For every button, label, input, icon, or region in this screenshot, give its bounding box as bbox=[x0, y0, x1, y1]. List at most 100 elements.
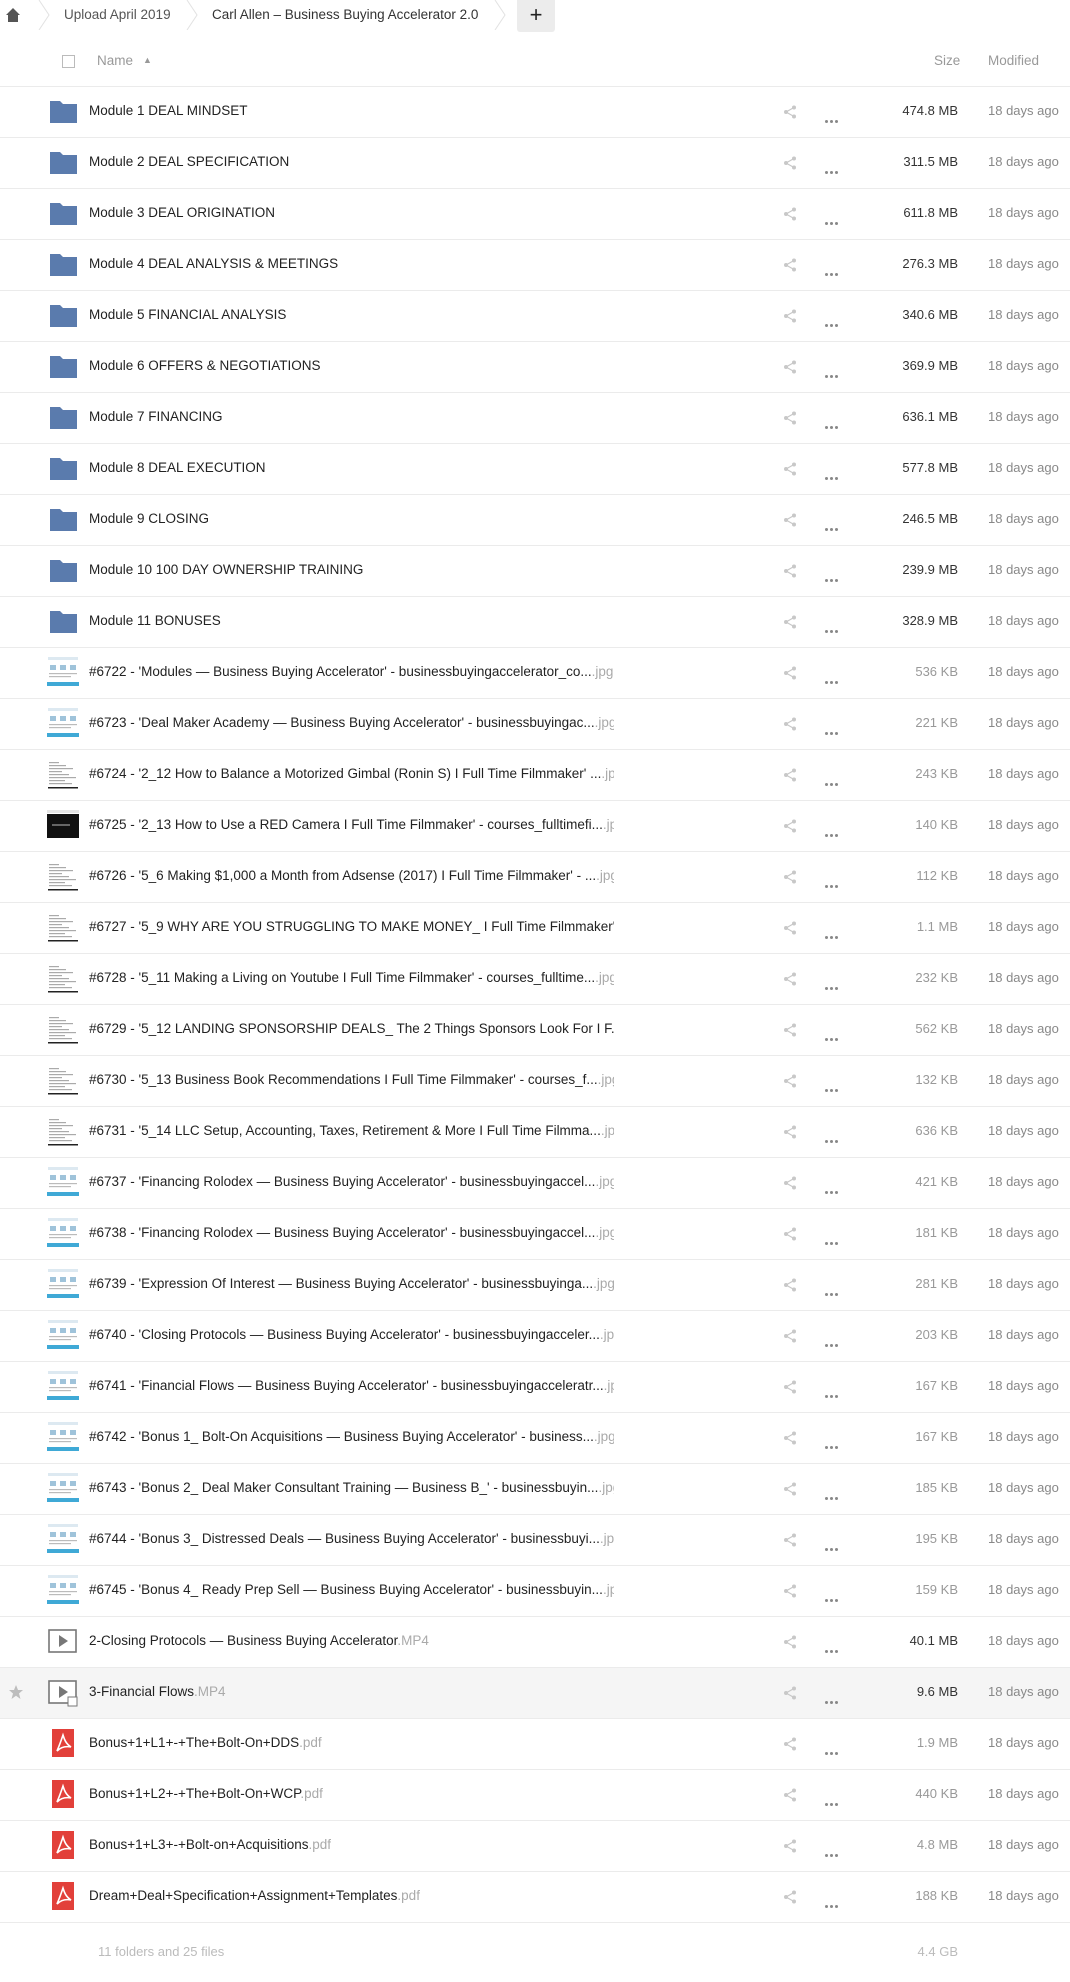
file-name[interactable]: #6740 - 'Closing Protocols — Business Bu… bbox=[89, 1327, 614, 1342]
file-name[interactable]: 2-Closing Protocols — Business Buying Ac… bbox=[89, 1633, 429, 1648]
more-actions-icon[interactable] bbox=[825, 365, 840, 383]
share-icon[interactable] bbox=[782, 1430, 798, 1446]
share-icon[interactable] bbox=[782, 1838, 798, 1854]
share-icon[interactable] bbox=[782, 971, 798, 987]
more-actions-icon[interactable] bbox=[825, 1385, 840, 1403]
breadcrumb-item-upload[interactable]: Upload April 2019 bbox=[64, 0, 171, 30]
file-row[interactable]: #6727 - '5_9 WHY ARE YOU STRUGGLING TO M… bbox=[0, 903, 1070, 954]
share-icon[interactable] bbox=[782, 257, 798, 273]
share-icon[interactable] bbox=[782, 869, 798, 885]
share-icon[interactable] bbox=[782, 512, 798, 528]
home-icon[interactable] bbox=[4, 6, 22, 24]
file-name[interactable]: #6743 - 'Bonus 2_ Deal Maker Consultant … bbox=[89, 1480, 614, 1495]
file-name[interactable]: Bonus+1+L2+-+The+Bolt-On+WCP.pdf bbox=[89, 1786, 323, 1801]
share-icon[interactable] bbox=[782, 767, 798, 783]
share-icon[interactable] bbox=[782, 1175, 798, 1191]
more-actions-icon[interactable] bbox=[825, 1028, 840, 1046]
share-icon[interactable] bbox=[782, 716, 798, 732]
sort-ascending-icon[interactable]: ▲ bbox=[143, 55, 152, 65]
file-row[interactable]: #6723 - 'Deal Maker Academy — Business B… bbox=[0, 699, 1070, 750]
new-button[interactable]: + bbox=[517, 0, 555, 32]
file-name[interactable]: #6742 - 'Bonus 1_ Bolt-On Acquisitions —… bbox=[89, 1429, 614, 1444]
file-name[interactable]: #6722 - 'Modules — Business Buying Accel… bbox=[89, 664, 613, 679]
file-row[interactable]: #6722 - 'Modules — Business Buying Accel… bbox=[0, 648, 1070, 699]
more-actions-icon[interactable] bbox=[825, 1334, 840, 1352]
share-icon[interactable] bbox=[782, 818, 798, 834]
share-icon[interactable] bbox=[782, 1328, 798, 1344]
more-actions-icon[interactable] bbox=[825, 1589, 840, 1607]
share-icon[interactable] bbox=[782, 1226, 798, 1242]
share-icon[interactable] bbox=[782, 1532, 798, 1548]
file-row[interactable]: #6730 - '5_13 Business Book Recommendati… bbox=[0, 1056, 1070, 1107]
more-actions-icon[interactable] bbox=[825, 1895, 840, 1913]
more-actions-icon[interactable] bbox=[825, 1844, 840, 1862]
folder-row[interactable]: Module 7 FINANCING 636.1 MB 18 days ago bbox=[0, 393, 1070, 444]
share-icon[interactable] bbox=[782, 1685, 798, 1701]
share-icon[interactable] bbox=[782, 563, 798, 579]
share-icon[interactable] bbox=[782, 1481, 798, 1497]
file-row[interactable]: #6745 - 'Bonus 4_ Ready Prep Sell — Busi… bbox=[0, 1566, 1070, 1617]
file-name[interactable]: Module 7 FINANCING bbox=[89, 409, 223, 424]
file-name[interactable]: #6739 - 'Expression Of Interest — Busine… bbox=[89, 1276, 614, 1291]
more-actions-icon[interactable] bbox=[825, 569, 840, 587]
more-actions-icon[interactable] bbox=[825, 1487, 840, 1505]
share-icon[interactable] bbox=[782, 1583, 798, 1599]
file-name[interactable]: #6744 - 'Bonus 3_ Distressed Deals — Bus… bbox=[89, 1531, 614, 1546]
more-actions-icon[interactable] bbox=[825, 1283, 840, 1301]
folder-row[interactable]: Module 4 DEAL ANALYSIS & MEETINGS 276.3 M… bbox=[0, 240, 1070, 291]
share-icon[interactable] bbox=[782, 359, 798, 375]
file-name[interactable]: Module 6 OFFERS & NEGOTIATIONS bbox=[89, 358, 321, 373]
share-icon[interactable] bbox=[782, 920, 798, 936]
file-name[interactable]: Dream+Deal+Specification+Assignment+Temp… bbox=[89, 1888, 420, 1903]
file-row[interactable]: #6728 - '5_11 Making a Living on Youtube… bbox=[0, 954, 1070, 1005]
more-actions-icon[interactable] bbox=[825, 1538, 840, 1556]
share-icon[interactable] bbox=[782, 308, 798, 324]
more-actions-icon[interactable] bbox=[825, 824, 840, 842]
file-name[interactable]: #6724 - '2_12 How to Balance a Motorized… bbox=[89, 766, 614, 781]
share-icon[interactable] bbox=[782, 1277, 798, 1293]
file-name[interactable]: #6726 - '5_6 Making $1,000 a Month from … bbox=[89, 868, 614, 883]
folder-row[interactable]: Module 5 FINANCIAL ANALYSIS 340.6 MB 18 da… bbox=[0, 291, 1070, 342]
file-row[interactable]: Bonus+1+L1+-+The+Bolt-On+DDS.pdf 1.9 MB 18… bbox=[0, 1719, 1070, 1770]
file-name[interactable]: Module 9 CLOSING bbox=[89, 511, 209, 526]
more-actions-icon[interactable] bbox=[825, 467, 840, 485]
file-row[interactable]: #6741 - 'Financial Flows — Business Buyi… bbox=[0, 1362, 1070, 1413]
share-icon[interactable] bbox=[782, 461, 798, 477]
file-name[interactable]: Bonus+1+L1+-+The+Bolt-On+DDS.pdf bbox=[89, 1735, 322, 1750]
file-name[interactable]: Module 8 DEAL EXECUTION bbox=[89, 460, 266, 475]
file-name[interactable]: Module 10 100 DAY OWNERSHIP TRAINING bbox=[89, 562, 363, 577]
share-icon[interactable] bbox=[782, 614, 798, 630]
more-actions-icon[interactable] bbox=[825, 416, 840, 434]
file-name[interactable]: 3-Financial Flows.MP4 bbox=[89, 1684, 226, 1699]
folder-row[interactable]: Module 3 DEAL ORIGINATION 611.8 MB 18 days… bbox=[0, 189, 1070, 240]
sort-by-size[interactable]: Size bbox=[934, 53, 960, 68]
file-row[interactable]: Bonus+1+L3+-+Bolt-on+Acquisitions.pdf 4.8… bbox=[0, 1821, 1070, 1872]
file-row[interactable]: #6731 - '5_14 LLC Setup, Accounting, Tax… bbox=[0, 1107, 1070, 1158]
file-row[interactable]: #6739 - 'Expression Of Interest — Busine… bbox=[0, 1260, 1070, 1311]
file-row[interactable]: #6729 - '5_12 LANDING SPONSORSHIP DEALS_… bbox=[0, 1005, 1070, 1056]
file-row[interactable]: #6744 - 'Bonus 3_ Distressed Deals — Bus… bbox=[0, 1515, 1070, 1566]
file-name[interactable]: #6741 - 'Financial Flows — Business Buyi… bbox=[89, 1378, 614, 1393]
folder-row[interactable]: Module 10 100 DAY OWNERSHIP TRAINING 239.… bbox=[0, 546, 1070, 597]
more-actions-icon[interactable] bbox=[825, 1691, 840, 1709]
more-actions-icon[interactable] bbox=[825, 977, 840, 995]
file-name[interactable]: #6730 - '5_13 Business Book Recommendati… bbox=[89, 1072, 614, 1087]
sort-by-name[interactable]: Name bbox=[97, 53, 133, 68]
folder-row[interactable]: Module 2 DEAL SPECIFICATION 311.5 MB 18 da… bbox=[0, 138, 1070, 189]
more-actions-icon[interactable] bbox=[825, 671, 840, 689]
more-actions-icon[interactable] bbox=[825, 875, 840, 893]
folder-row[interactable]: Module 6 OFFERS & NEGOTIATIONS 369.9 MB 18… bbox=[0, 342, 1070, 393]
file-name[interactable]: #6737 - 'Financing Rolodex — Business Bu… bbox=[89, 1174, 614, 1189]
file-row[interactable]: 3-Financial Flows.MP4 9.6 MB 18 days ago bbox=[0, 1668, 1070, 1719]
file-name[interactable]: Bonus+1+L3+-+Bolt-on+Acquisitions.pdf bbox=[89, 1837, 331, 1852]
share-icon[interactable] bbox=[782, 1073, 798, 1089]
star-icon[interactable] bbox=[8, 1684, 24, 1700]
share-icon[interactable] bbox=[782, 206, 798, 222]
more-actions-icon[interactable] bbox=[825, 1130, 840, 1148]
folder-row[interactable]: Module 11 BONUSES 328.9 MB 18 days ago bbox=[0, 597, 1070, 648]
file-name[interactable]: #6729 - '5_12 LANDING SPONSORSHIP DEALS_… bbox=[89, 1021, 614, 1036]
file-name[interactable]: Module 2 DEAL SPECIFICATION bbox=[89, 154, 289, 169]
file-name[interactable]: Module 5 FINANCIAL ANALYSIS bbox=[89, 307, 286, 322]
file-name[interactable]: #6731 - '5_14 LLC Setup, Accounting, Tax… bbox=[89, 1123, 614, 1138]
more-actions-icon[interactable] bbox=[825, 161, 840, 179]
